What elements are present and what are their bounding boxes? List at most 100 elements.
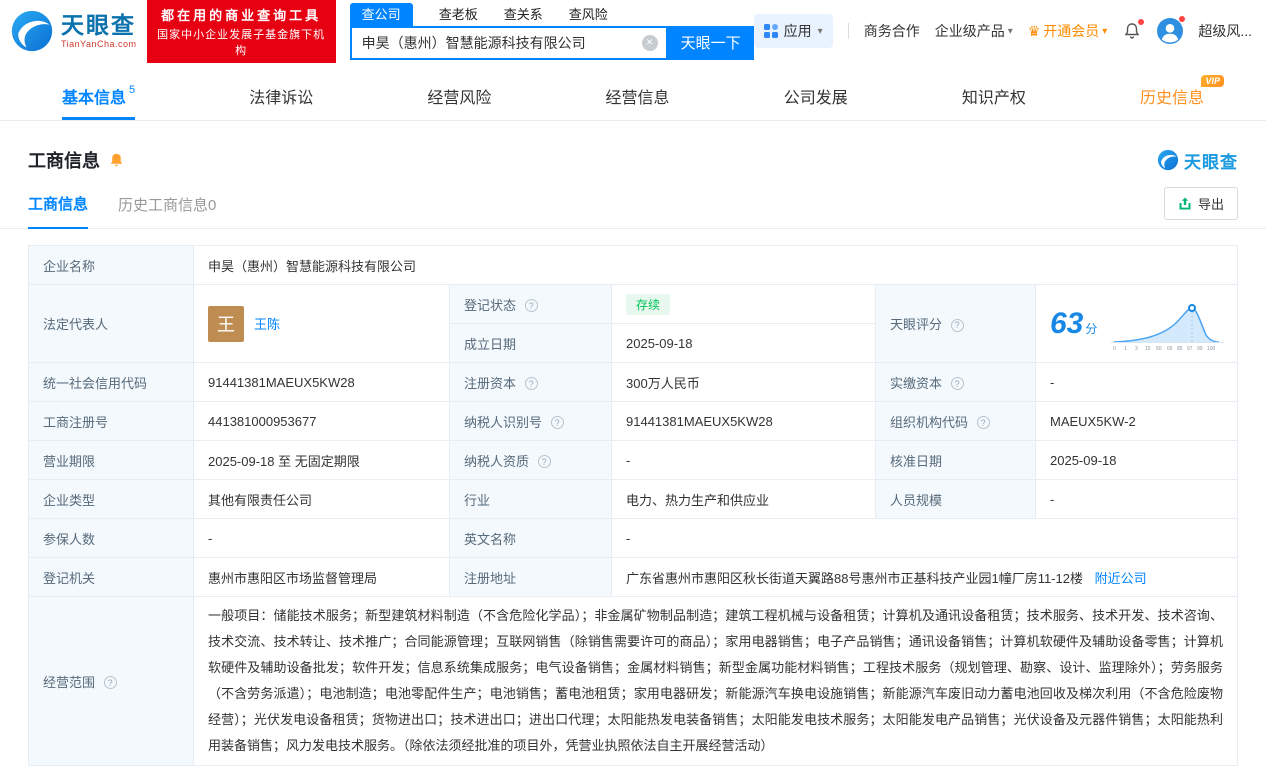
help-icon[interactable]: ? xyxy=(537,455,551,468)
section-head: 工商信息 天眼查 xyxy=(0,121,1266,173)
credit-code-label: 统一社会信用代码 xyxy=(28,362,194,402)
reg-capital-label: 注册资本 xyxy=(464,375,517,391)
page-title: 工商信息 xyxy=(28,151,100,171)
taxpayer-quality-label: 纳税人资质 xyxy=(464,453,530,469)
help-icon[interactable]: ? xyxy=(950,318,964,332)
search-area: 查公司 查老板 查关系 查风险 ✕ 天眼一下 xyxy=(349,2,754,60)
score-label: 天眼评分 xyxy=(890,317,943,332)
reg-capital-value: 300万人民币 xyxy=(611,362,876,402)
tab-company-development[interactable]: 公司发展 xyxy=(784,72,848,120)
menu-enterprise-product[interactable]: 企业级产品 ▾ xyxy=(935,21,1013,41)
scope-label-cell: 经营范围 ? xyxy=(28,596,194,766)
search-row: ✕ 天眼一下 xyxy=(349,25,754,60)
search-input[interactable] xyxy=(361,34,642,51)
tab-company-development-label: 公司发展 xyxy=(783,90,848,107)
taxpayer-no-label: 纳税人识别号 xyxy=(464,414,543,430)
insured-value: - xyxy=(193,518,450,558)
taxpayer-quality-value: - xyxy=(611,440,876,480)
tab-operation-info[interactable]: 经营信息 xyxy=(606,72,670,120)
address-cell: 广东省惠州市惠阳区秋长街道天翼路88号惠州市正基科技产业园1幢厂房11-12楼 … xyxy=(611,557,1238,597)
address-value: 广东省惠州市惠阳区秋长街道天翼路88号惠州市正基科技产业园1幢厂房11-12楼 xyxy=(626,570,1083,586)
apps-grid-icon xyxy=(763,24,778,38)
notification-dot xyxy=(1138,19,1145,25)
table-row: 营业期限 2025-09-18 至 无固定期限 纳税人资质 ? - 核准日期 2… xyxy=(28,440,1238,480)
subtab-business-info[interactable]: 工商信息 xyxy=(28,193,89,229)
legal-rep-cell: 王 王陈 xyxy=(193,284,450,363)
nearby-companies-link[interactable]: 附近公司 xyxy=(1095,571,1147,586)
search-button[interactable]: 天眼一下 xyxy=(667,25,754,60)
svg-text:100: 100 xyxy=(1207,346,1216,352)
username[interactable]: 超级风... xyxy=(1198,21,1252,41)
staff-size-label: 人员规模 xyxy=(875,479,1036,519)
export-icon xyxy=(1179,197,1191,209)
tab-legal-litigation[interactable]: 法律诉讼 xyxy=(249,72,313,120)
tab-intellectual-property-label: 知识产权 xyxy=(961,90,1026,107)
avatar-icon xyxy=(1157,18,1184,44)
org-code-value: MAEUX5KW-2 xyxy=(1035,401,1238,441)
help-icon[interactable]: ? xyxy=(524,377,538,390)
legal-rep-link[interactable]: 王陈 xyxy=(254,314,280,333)
apps-menu[interactable]: 应用 ▾ xyxy=(753,14,833,48)
svg-text:15: 15 xyxy=(1145,346,1151,352)
header: 天眼查 TianYanCha.com 都在用的商业查询工具 国家中小企业发展子基… xyxy=(0,0,1266,63)
tab-basic-info-badge: 5 xyxy=(129,84,136,96)
slogan-badge: 都在用的商业查询工具 国家中小企业发展子基金旗下机构 xyxy=(146,0,336,63)
scope-label: 经营范围 xyxy=(43,674,96,690)
menu-business-cooperation[interactable]: 商务合作 xyxy=(864,21,920,41)
chevron-down-icon: ▾ xyxy=(817,25,823,37)
help-icon[interactable]: ? xyxy=(976,416,990,429)
tab-operation-info-label: 经营信息 xyxy=(605,90,670,107)
paid-capital-value: - xyxy=(1035,362,1238,402)
help-icon[interactable]: ? xyxy=(950,377,964,390)
reg-no-value: 441381000953677 xyxy=(193,401,450,441)
slogan-line2: 国家中小企业发展子基金旗下机构 xyxy=(157,28,326,57)
reg-status-value: 存续 xyxy=(611,284,876,324)
help-icon[interactable]: ? xyxy=(550,416,564,429)
subtab-history-business-info[interactable]: 历史工商信息0 xyxy=(118,194,216,228)
reg-status-label: 登记状态 xyxy=(464,297,517,313)
svg-text:65: 65 xyxy=(1167,346,1173,352)
tab-basic-info-label: 基本信息 xyxy=(62,90,127,107)
status-badge: 存续 xyxy=(626,293,671,315)
help-icon[interactable]: ? xyxy=(524,299,538,312)
vip-badge: VIP xyxy=(1201,75,1224,87)
chevron-down-icon: ▾ xyxy=(1007,25,1013,37)
tianyancha-logo[interactable]: 天眼查 TianYanCha.com xyxy=(10,9,137,53)
tab-intellectual-property[interactable]: 知识产权 xyxy=(962,72,1026,120)
table-row: 统一社会信用代码 91441381MAEUX5KW28 注册资本 ? 300万人… xyxy=(28,362,1238,402)
svg-text:3: 3 xyxy=(1135,346,1138,352)
taxpayer-no-value: 91441381MAEUX5KW28 xyxy=(611,401,876,441)
search-tab-boss[interactable]: 查老板 xyxy=(439,3,478,26)
table-row: 参保人数 - 英文名称 - xyxy=(28,518,1238,558)
menu-open-vip[interactable]: ♛ 开通会员 ▾ xyxy=(1028,21,1108,41)
open-vip-label: 开通会员 xyxy=(1043,23,1100,39)
tianyancha-logo-icon xyxy=(11,10,53,52)
tab-legal-litigation-label: 法律诉讼 xyxy=(249,90,314,107)
tab-basic-info[interactable]: 基本信息 5 xyxy=(62,72,135,120)
brand-watermark-text: 天眼查 xyxy=(1184,152,1238,172)
svg-text:99: 99 xyxy=(1197,346,1203,352)
export-button[interactable]: 导出 xyxy=(1163,187,1238,220)
table-row: 登记机关 惠州市惠阳区市场监督管理局 注册地址 广东省惠州市惠阳区秋长街道天翼路… xyxy=(28,557,1238,597)
brand-name: 天眼查 xyxy=(61,11,136,38)
notification-bell[interactable] xyxy=(1122,19,1145,41)
user-avatar[interactable] xyxy=(1157,16,1186,44)
address-label: 注册地址 xyxy=(449,557,612,597)
legal-rep-avatar[interactable]: 王 xyxy=(208,305,244,342)
tab-history-info[interactable]: 历史信息 VIP xyxy=(1140,72,1224,120)
tab-operation-risk[interactable]: 经营风险 xyxy=(427,72,491,120)
establish-date-label: 成立日期 xyxy=(449,323,612,363)
search-tab-company[interactable]: 查公司 xyxy=(349,2,413,26)
search-tab-relation[interactable]: 查关系 xyxy=(504,3,543,26)
help-icon[interactable]: ? xyxy=(103,676,117,689)
svg-text:97: 97 xyxy=(1187,346,1193,352)
monitor-bell-icon[interactable] xyxy=(108,152,125,169)
avatar-dot xyxy=(1179,16,1186,22)
clear-icon[interactable]: ✕ xyxy=(641,34,658,51)
search-tab-risk[interactable]: 查风险 xyxy=(569,3,608,26)
tianyancha-small-icon xyxy=(1157,149,1179,171)
paid-capital-label: 实缴资本 xyxy=(890,375,943,391)
export-label: 导出 xyxy=(1197,197,1224,212)
taxpayer-quality-label-cell: 纳税人资质 ? xyxy=(449,440,612,480)
score-label-cell: 天眼评分 ? xyxy=(875,284,1036,363)
